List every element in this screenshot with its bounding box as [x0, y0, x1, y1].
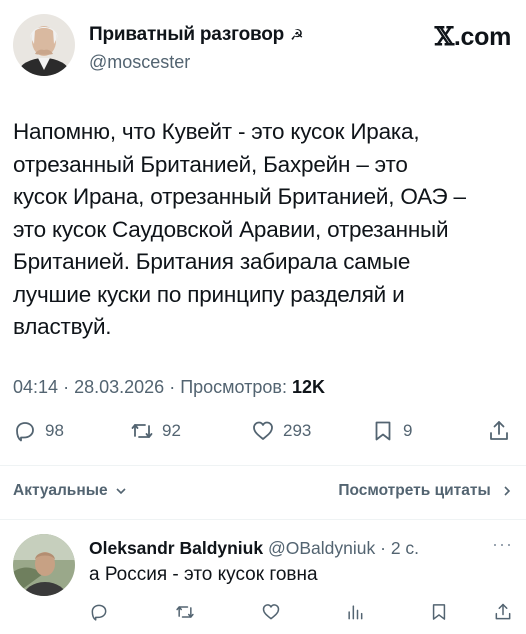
- heart-icon: [262, 604, 280, 620]
- reply-time[interactable]: 2 с.: [391, 538, 419, 558]
- hammer-sickle-icon: ☭: [290, 27, 304, 44]
- source-badge: 𝕏.com: [434, 22, 512, 52]
- reply-tweet[interactable]: Oleksandr Baldyniuk @OBaldyniuk · 2 с. ·…: [13, 534, 519, 634]
- replies-sort-row: Актуальные Посмотреть цитаты: [13, 482, 513, 506]
- tweet-time[interactable]: 04:14: [13, 377, 58, 397]
- chevron-down-icon: [116, 488, 126, 495]
- author-name[interactable]: Приватный разговор ☭: [89, 24, 304, 46]
- chevron-right-icon: [504, 486, 511, 496]
- divider: [0, 465, 526, 466]
- reply-bookmark-button[interactable]: [429, 602, 449, 622]
- reply-share-button[interactable]: [493, 602, 513, 622]
- reply-author-name[interactable]: Oleksandr Baldyniuk: [89, 538, 263, 558]
- tweet-line: кусок Ирана, отрезанный Британией, ОАЭ –: [13, 184, 466, 209]
- reply-views-button[interactable]: [345, 602, 365, 622]
- views-count: 12K: [292, 377, 326, 397]
- like-count: 293: [283, 421, 312, 440]
- tweet-line: это кусок Саудовской Аравии, отрезанный: [13, 216, 449, 242]
- reply-button[interactable]: 98: [13, 419, 64, 443]
- bookmark-count: 9: [403, 421, 413, 440]
- more-options-icon[interactable]: ···: [492, 534, 513, 555]
- heart-icon: [253, 421, 273, 440]
- tweet-line: властвуй.: [13, 314, 112, 339]
- tweet-line: Напомню, что Кувейт - это кусок Ирака,: [13, 119, 420, 144]
- reply-author-handle[interactable]: @OBaldyniuk: [268, 538, 375, 558]
- tweet-header: Приватный разговор ☭ @moscester 𝕏.com: [13, 14, 513, 78]
- share-button[interactable]: [487, 419, 511, 443]
- reply-avatar[interactable]: [13, 534, 75, 596]
- source-label: .com: [453, 23, 511, 51]
- reply-like-button[interactable]: [261, 602, 281, 622]
- tweet-meta: 04:14 · 28.03.2026 · Просмотров: 12K: [13, 377, 326, 397]
- tweet-line: Британией. Британия забирала самые: [13, 249, 411, 274]
- sort-dropdown[interactable]: Актуальные: [13, 482, 127, 500]
- tweet-date[interactable]: 28.03.2026: [74, 377, 164, 397]
- tweet-actions: 98 92 293 9: [13, 419, 513, 449]
- reply-reply-button[interactable]: [89, 602, 109, 622]
- view-quotes-link[interactable]: Посмотреть цитаты: [338, 482, 513, 500]
- tweet-line: лучшие куски по принципу разделяй и: [13, 281, 405, 307]
- share-icon: [490, 421, 508, 440]
- x-logo-icon: 𝕏: [434, 22, 454, 51]
- reply-text: а Россия - это кусок говна: [89, 564, 318, 585]
- retweet-icon: [131, 424, 153, 438]
- retweet-count: 92: [162, 421, 181, 440]
- reply-retweet-button[interactable]: [175, 602, 195, 622]
- author-avatar[interactable]: [13, 14, 75, 76]
- bookmark-icon: [375, 421, 391, 441]
- author-handle[interactable]: @moscester: [89, 52, 190, 73]
- analytics-icon: [348, 605, 363, 620]
- bookmark-icon: [432, 604, 446, 620]
- tweet-text: Напомню, что Кувейт - это кусок Ирака, о…: [13, 116, 519, 344]
- reply-count: 98: [45, 421, 64, 440]
- bookmark-button[interactable]: 9: [371, 419, 412, 443]
- reply-icon: [16, 422, 34, 442]
- retweet-button[interactable]: 92: [130, 419, 181, 443]
- reply-header: Oleksandr Baldyniuk @OBaldyniuk · 2 с.: [89, 538, 420, 558]
- reply-actions: [89, 602, 519, 626]
- share-icon: [495, 603, 511, 620]
- like-button[interactable]: 293: [251, 419, 311, 443]
- reply-icon: [91, 604, 107, 621]
- retweet-icon: [176, 606, 194, 618]
- tweet-line: отрезанный Британией, Бахрейн – это: [13, 151, 408, 177]
- divider: [0, 519, 526, 520]
- views-label: Просмотров:: [180, 377, 287, 397]
